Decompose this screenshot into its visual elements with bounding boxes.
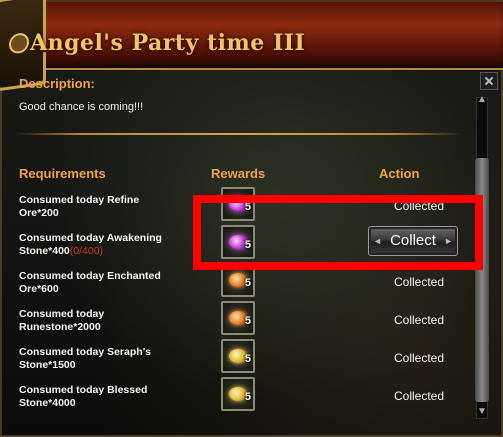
requirement-line1: Consumed today xyxy=(19,308,105,320)
requirement-line2: Stone*400 xyxy=(19,245,70,257)
requirement-line1: Consumed today Refine xyxy=(19,194,140,206)
reward-quantity: 5 xyxy=(244,391,251,403)
description-text: Good chance is coming!!! xyxy=(19,101,144,113)
requirement-line2: Ore*200 xyxy=(19,207,59,219)
window-title: Angel's Party time III xyxy=(30,30,306,56)
requirement-line2: Ore*600 xyxy=(19,283,59,295)
requirement-text: Consumed today Seraph's Stone*1500 xyxy=(19,346,209,372)
reward-quantity: 5 xyxy=(244,277,251,289)
highlight-box xyxy=(193,195,483,270)
event-window: Angel's Party time III Description: Good… xyxy=(0,0,503,437)
collected-status: Collected xyxy=(394,351,445,365)
reward-slot[interactable]: 5 xyxy=(221,301,255,335)
close-icon[interactable] xyxy=(480,72,498,90)
action-header: Action xyxy=(379,166,420,181)
requirement-text: Consumed today Blessed Stone*4000 xyxy=(19,384,209,410)
requirement-line2: Stone*4000 xyxy=(19,397,76,409)
ornament-knot-icon xyxy=(9,31,29,55)
requirement-line1: Consumed today Blessed xyxy=(19,384,148,396)
requirement-line1: Consumed today Enchanted xyxy=(19,270,161,282)
requirement-text: Consumed today Awakening Stone*400(0/400… xyxy=(19,232,209,258)
scroll-up-icon[interactable]: ▲ xyxy=(474,94,490,108)
requirement-line1: Consumed today Seraph's xyxy=(19,346,152,358)
collected-status: Collected xyxy=(394,389,445,403)
scroll-down-icon[interactable]: ▼ xyxy=(474,406,490,420)
requirement-line2: Runestone*2000 xyxy=(19,321,101,333)
reward-quantity: 5 xyxy=(244,353,251,365)
requirement-text: Consumed today Enchanted Ore*600 xyxy=(19,270,209,296)
reward-slot[interactable]: 5 xyxy=(221,339,255,373)
requirements-header: Requirements xyxy=(19,166,106,181)
collected-status: Collected xyxy=(394,313,445,327)
title-bar: Angel's Party time III xyxy=(0,0,503,92)
requirement-line2: Stone*1500 xyxy=(19,359,76,371)
reward-slot[interactable]: 5 xyxy=(221,377,255,411)
requirement-progress: (0/400) xyxy=(69,245,104,257)
requirement-line1: Consumed today Awakening xyxy=(19,232,162,244)
reward-quantity: 5 xyxy=(244,315,251,327)
requirement-text: Consumed today Refine Ore*200 xyxy=(19,194,209,220)
requirement-text: Consumed today Runestone*2000 xyxy=(19,308,209,334)
divider xyxy=(14,133,462,135)
rewards-header: Rewards xyxy=(211,166,266,181)
description-label: Description: xyxy=(19,76,95,91)
collected-status: Collected xyxy=(394,275,445,289)
